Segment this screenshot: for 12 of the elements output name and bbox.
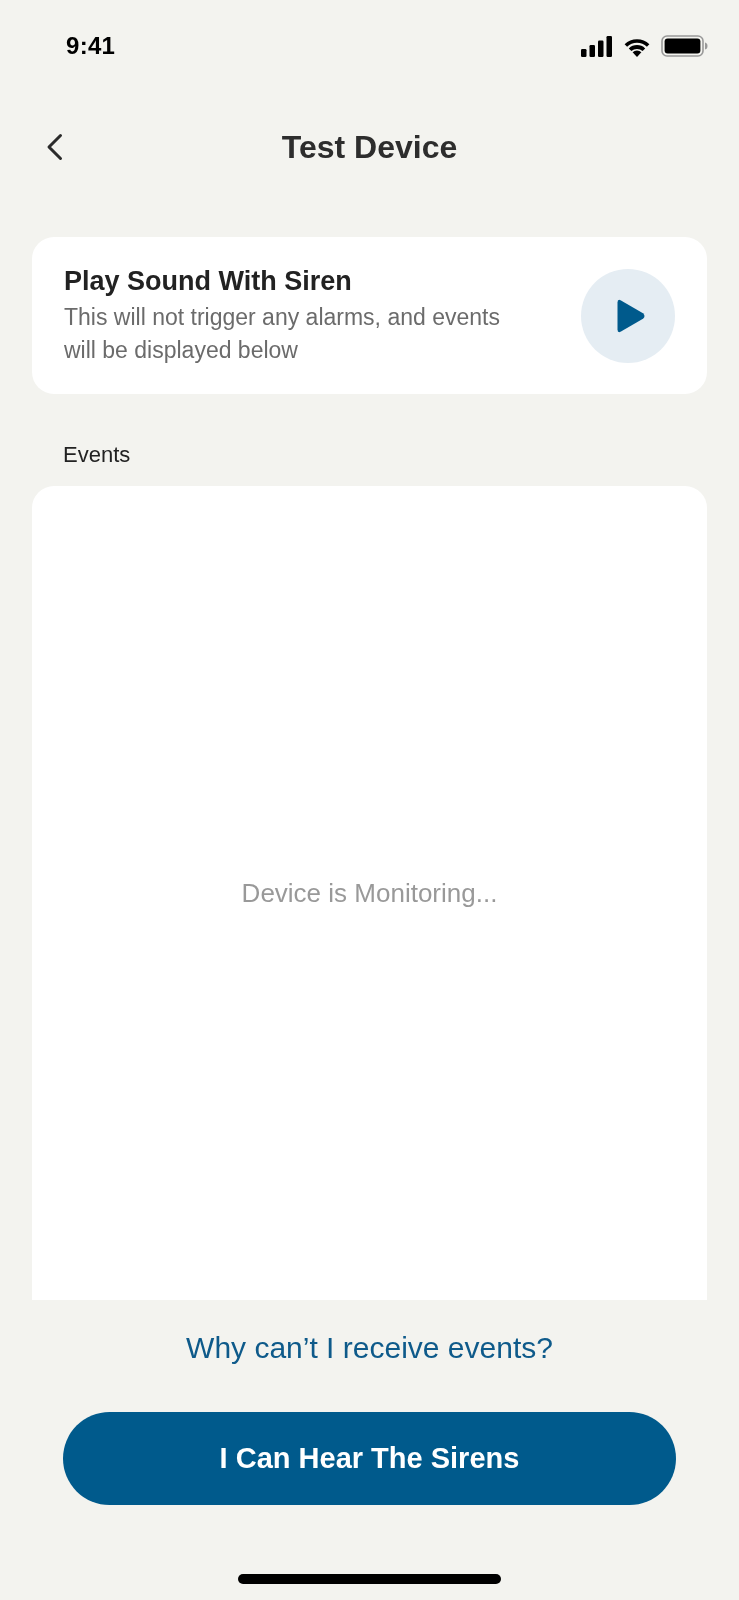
- confirm-button[interactable]: I Can Hear The Sirens: [63, 1412, 676, 1505]
- signal-icon: [581, 35, 613, 57]
- page-title: Test Device: [281, 128, 458, 166]
- card-description: This will not trigger any alarms, and events will be displayed below: [64, 302, 501, 365]
- battery-icon: [661, 35, 708, 57]
- events-label: Events: [63, 442, 131, 468]
- play-icon: [614, 297, 646, 334]
- help-link[interactable]: Why can’t I receive events?: [186, 1331, 553, 1365]
- status-time: 9:41: [66, 32, 116, 60]
- chevron-left-icon: [46, 133, 63, 161]
- card-title: Play Sound With Siren: [64, 264, 352, 297]
- empty-message: Device is Monitoring...: [241, 877, 498, 909]
